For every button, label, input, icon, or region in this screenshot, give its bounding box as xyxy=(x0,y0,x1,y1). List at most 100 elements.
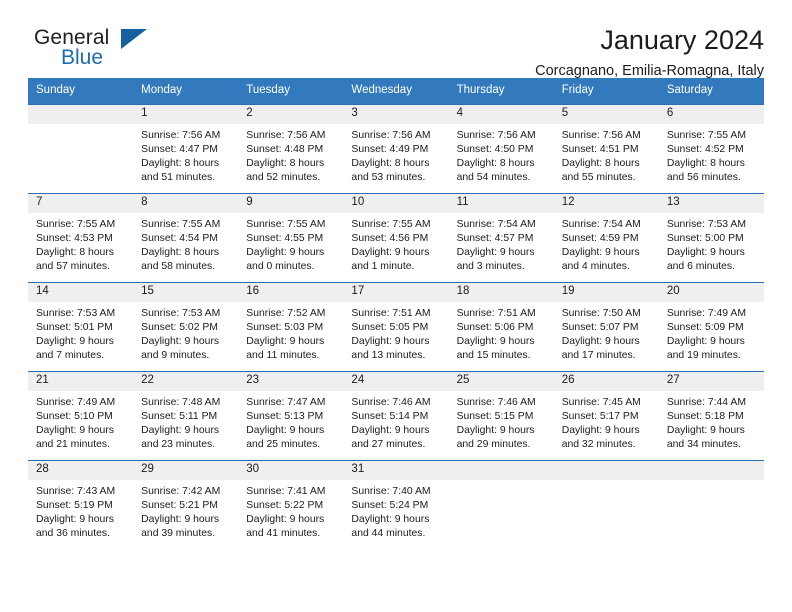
sunrise-text: Sunrise: 7:53 AM xyxy=(141,307,221,319)
calendar-day-cell[interactable]: 8 Sunrise: 7:55 AM Sunset: 4:54 PM Dayli… xyxy=(133,193,239,282)
calendar-day-cell[interactable]: 29 Sunrise: 7:42 AM Sunset: 5:21 PM Dayl… xyxy=(133,460,239,549)
calendar-day-cell[interactable]: 17 Sunrise: 7:51 AM Sunset: 5:05 PM Dayl… xyxy=(343,282,449,371)
sunset-text: Sunset: 4:51 PM xyxy=(561,143,639,155)
calendar-day-cell[interactable]: 15 Sunrise: 7:53 AM Sunset: 5:02 PM Dayl… xyxy=(133,282,239,371)
sunrise-text: Sunrise: 7:55 AM xyxy=(36,218,116,230)
day-number: 10 xyxy=(343,193,449,213)
day-number: 3 xyxy=(343,104,449,124)
calendar-day-cell[interactable]: 21 Sunrise: 7:49 AM Sunset: 5:10 PM Dayl… xyxy=(28,371,134,460)
calendar-day-cell[interactable]: 16 Sunrise: 7:52 AM Sunset: 5:03 PM Dayl… xyxy=(238,282,344,371)
calendar-day-cell[interactable]: 2 Sunrise: 7:56 AM Sunset: 4:48 PM Dayli… xyxy=(238,104,344,193)
calendar-page: General Blue January 2024 Corcagnano, Em… xyxy=(0,0,792,612)
daylight-text-line2: and 44 minutes. xyxy=(351,527,426,539)
daylight-text-line1: Daylight: 9 hours xyxy=(141,335,220,347)
sunset-text: Sunset: 5:02 PM xyxy=(141,321,218,333)
day-details: Sunrise: 7:54 AM Sunset: 4:57 PM Dayligh… xyxy=(449,213,554,274)
calendar-day-cell[interactable]: 30 Sunrise: 7:41 AM Sunset: 5:22 PM Dayl… xyxy=(238,460,344,549)
day-details: Sunrise: 7:49 AM Sunset: 5:09 PM Dayligh… xyxy=(659,302,764,363)
sunrise-text: Sunrise: 7:53 AM xyxy=(36,307,116,319)
daylight-text-line2: and 53 minutes. xyxy=(351,171,426,183)
day-details: Sunrise: 7:41 AM Sunset: 5:22 PM Dayligh… xyxy=(238,480,343,541)
calendar-day-cell[interactable]: 26 Sunrise: 7:45 AM Sunset: 5:17 PM Dayl… xyxy=(553,371,659,460)
day-number: 12 xyxy=(553,193,659,213)
daylight-text-line1: Daylight: 9 hours xyxy=(36,513,114,525)
calendar-day-cell[interactable]: 1 Sunrise: 7:56 AM Sunset: 4:47 PM Dayli… xyxy=(133,104,239,193)
calendar-day-cell[interactable]: 3 Sunrise: 7:56 AM Sunset: 4:49 PM Dayli… xyxy=(343,104,449,193)
sunrise-text: Sunrise: 7:54 AM xyxy=(456,218,536,230)
calendar-day-cell[interactable]: 10 Sunrise: 7:55 AM Sunset: 4:56 PM Dayl… xyxy=(343,193,449,282)
weekday-header-friday: Friday xyxy=(561,84,594,96)
day-details: Sunrise: 7:45 AM Sunset: 5:17 PM Dayligh… xyxy=(554,391,659,452)
calendar-day-cell[interactable]: 18 Sunrise: 7:51 AM Sunset: 5:06 PM Dayl… xyxy=(448,282,554,371)
calendar-day-cell[interactable]: 23 Sunrise: 7:47 AM Sunset: 5:13 PM Dayl… xyxy=(238,371,344,460)
calendar-day-cell[interactable] xyxy=(658,460,764,549)
day-details: Sunrise: 7:48 AM Sunset: 5:11 PM Dayligh… xyxy=(133,391,238,452)
calendar-grid: Sunday Monday Tuesday Wednesday Thursday… xyxy=(28,78,764,549)
weekday-header-sunday: Sunday xyxy=(36,84,76,96)
calendar-day-cell[interactable]: 14 Sunrise: 7:53 AM Sunset: 5:01 PM Dayl… xyxy=(28,282,134,371)
sunrise-text: Sunrise: 7:49 AM xyxy=(36,396,116,408)
calendar-day-cell[interactable]: 19 Sunrise: 7:50 AM Sunset: 5:07 PM Dayl… xyxy=(553,282,659,371)
sunset-text: Sunset: 5:15 PM xyxy=(456,410,534,422)
daylight-text-line1: Daylight: 9 hours xyxy=(561,335,640,347)
day-details: Sunrise: 7:51 AM Sunset: 5:06 PM Dayligh… xyxy=(449,302,554,363)
calendar-day-cell[interactable]: 28 Sunrise: 7:43 AM Sunset: 5:19 PM Dayl… xyxy=(28,460,134,549)
day-details: Sunrise: 7:49 AM Sunset: 5:10 PM Dayligh… xyxy=(28,391,133,452)
weekday-header-row: Sunday Monday Tuesday Wednesday Thursday… xyxy=(28,78,764,104)
calendar-day-cell[interactable]: 20 Sunrise: 7:49 AM Sunset: 5:09 PM Dayl… xyxy=(658,282,764,371)
day-details: Sunrise: 7:56 AM Sunset: 4:48 PM Dayligh… xyxy=(238,124,343,185)
daylight-text-line1: Daylight: 8 hours xyxy=(561,157,640,169)
day-number: 14 xyxy=(28,282,134,302)
calendar-day-cell[interactable]: 11 Sunrise: 7:54 AM Sunset: 4:57 PM Dayl… xyxy=(448,193,554,282)
daylight-text-line2: and 25 minutes. xyxy=(246,438,321,450)
calendar-day-cell[interactable]: 9 Sunrise: 7:55 AM Sunset: 4:55 PM Dayli… xyxy=(238,193,344,282)
day-number: 27 xyxy=(658,371,764,391)
sunrise-text: Sunrise: 7:47 AM xyxy=(246,396,326,408)
day-details: Sunrise: 7:55 AM Sunset: 4:55 PM Dayligh… xyxy=(238,213,343,274)
sunrise-text: Sunrise: 7:46 AM xyxy=(456,396,536,408)
page-title: January 2024 xyxy=(600,25,764,55)
logo-text-blue: Blue xyxy=(61,46,104,69)
calendar-day-cell[interactable]: 24 Sunrise: 7:46 AM Sunset: 5:14 PM Dayl… xyxy=(343,371,449,460)
day-details: Sunrise: 7:44 AM Sunset: 5:18 PM Dayligh… xyxy=(659,391,764,452)
daylight-text-line1: Daylight: 9 hours xyxy=(666,246,745,258)
sunset-text: Sunset: 5:22 PM xyxy=(246,499,324,511)
daylight-text-line1: Daylight: 9 hours xyxy=(456,335,535,347)
sunset-text: Sunset: 5:03 PM xyxy=(246,321,324,333)
sunset-text: Sunset: 5:24 PM xyxy=(351,499,429,511)
day-number: 11 xyxy=(448,193,554,213)
calendar-day-cell[interactable]: 31 Sunrise: 7:40 AM Sunset: 5:24 PM Dayl… xyxy=(343,460,449,549)
day-details: Sunrise: 7:53 AM Sunset: 5:01 PM Dayligh… xyxy=(28,302,133,363)
calendar-day-cell[interactable] xyxy=(448,460,554,549)
calendar-day-cell[interactable]: 12 Sunrise: 7:54 AM Sunset: 4:59 PM Dayl… xyxy=(553,193,659,282)
daylight-text-line2: and 58 minutes. xyxy=(141,260,216,272)
day-details: Sunrise: 7:55 AM Sunset: 4:53 PM Dayligh… xyxy=(28,213,133,274)
calendar-day-cell[interactable]: 22 Sunrise: 7:48 AM Sunset: 5:11 PM Dayl… xyxy=(133,371,239,460)
daylight-text-line2: and 36 minutes. xyxy=(36,527,110,539)
sunrise-text: Sunrise: 7:40 AM xyxy=(351,485,431,497)
day-number xyxy=(553,460,659,480)
daylight-text-line1: Daylight: 9 hours xyxy=(666,424,745,436)
day-number: 4 xyxy=(448,104,554,124)
calendar-day-cell[interactable] xyxy=(28,104,134,193)
day-details: Sunrise: 7:55 AM Sunset: 4:52 PM Dayligh… xyxy=(659,124,764,185)
sunset-text: Sunset: 5:01 PM xyxy=(36,321,113,333)
calendar-day-cell[interactable]: 25 Sunrise: 7:46 AM Sunset: 5:15 PM Dayl… xyxy=(448,371,554,460)
daylight-text-line1: Daylight: 8 hours xyxy=(141,246,220,258)
calendar-day-cell[interactable]: 6 Sunrise: 7:55 AM Sunset: 4:52 PM Dayli… xyxy=(658,104,764,193)
calendar-week-row: 14 Sunrise: 7:53 AM Sunset: 5:01 PM Dayl… xyxy=(28,281,764,371)
day-number: 17 xyxy=(343,282,449,302)
sunrise-text: Sunrise: 7:56 AM xyxy=(456,129,536,141)
daylight-text-line2: and 51 minutes. xyxy=(141,171,216,183)
calendar-day-cell[interactable]: 13 Sunrise: 7:53 AM Sunset: 5:00 PM Dayl… xyxy=(658,193,764,282)
calendar-day-cell[interactable]: 7 Sunrise: 7:55 AM Sunset: 4:53 PM Dayli… xyxy=(28,193,134,282)
calendar-day-cell[interactable]: 27 Sunrise: 7:44 AM Sunset: 5:18 PM Dayl… xyxy=(658,371,764,460)
calendar-day-cell[interactable] xyxy=(553,460,659,549)
calendar-day-cell[interactable]: 5 Sunrise: 7:56 AM Sunset: 4:51 PM Dayli… xyxy=(553,104,659,193)
sunset-text: Sunset: 5:00 PM xyxy=(666,232,744,244)
daylight-text-line1: Daylight: 9 hours xyxy=(141,513,220,525)
daylight-text-line2: and 13 minutes. xyxy=(351,349,426,361)
daylight-text-line2: and 6 minutes. xyxy=(666,260,736,272)
day-details: Sunrise: 7:46 AM Sunset: 5:15 PM Dayligh… xyxy=(449,391,554,452)
calendar-day-cell[interactable]: 4 Sunrise: 7:56 AM Sunset: 4:50 PM Dayli… xyxy=(448,104,554,193)
